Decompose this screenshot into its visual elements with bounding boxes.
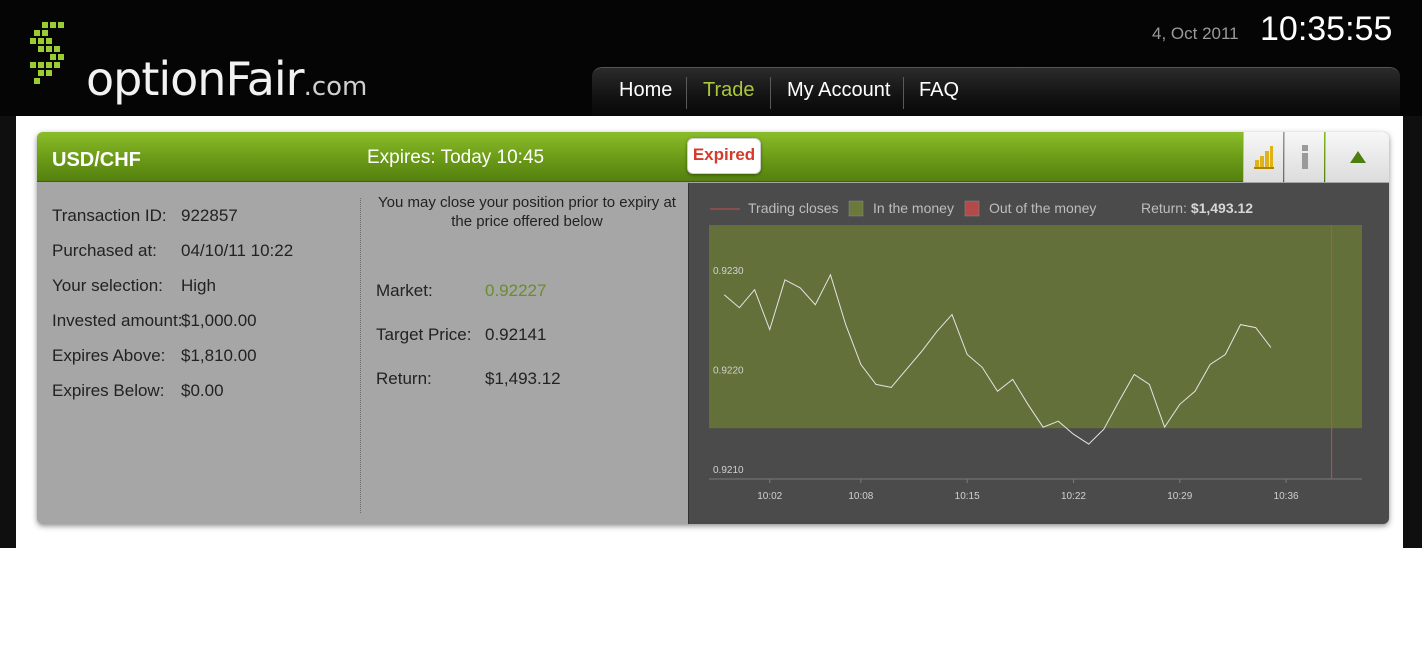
- purchased-at-value: 04/10/11 10:22: [181, 241, 294, 260]
- x-tick-label: 10:08: [848, 491, 873, 502]
- option-panel: USD/CHF Expires: Today 10:45 Expired Tra…: [37, 132, 1389, 524]
- column-divider: [360, 198, 361, 513]
- x-tick-label: 10:36: [1274, 491, 1299, 502]
- main-nav: Home Trade My Account FAQ: [592, 67, 1400, 116]
- nav-home[interactable]: Home: [619, 79, 672, 102]
- legend-in-the-money: In the money: [873, 200, 954, 216]
- info-button[interactable]: [1284, 132, 1324, 182]
- nav-separator: [686, 77, 687, 109]
- market-label: Market:: [376, 281, 433, 300]
- return-value: $1,493.12: [485, 369, 561, 388]
- expiry-time: Expires: Today 10:45: [367, 147, 545, 168]
- legend-in-the-money-swatch: [848, 200, 864, 217]
- chart-return-label: Return:: [1141, 200, 1187, 216]
- page-side-bar-right: [1403, 116, 1422, 548]
- legend-trading-closes: Trading closes: [748, 200, 839, 216]
- top-header: optionFair.com 4, Oct 2011 10:35:55 Home…: [0, 0, 1422, 116]
- market-value: 0.92227: [485, 281, 547, 300]
- info-icon: [1301, 145, 1308, 169]
- nav-separator: [770, 77, 771, 109]
- close-position-note: You may close your position prior to exp…: [378, 194, 676, 230]
- current-date: 4, Oct 2011: [1152, 24, 1239, 43]
- currency-pair: USD/CHF: [52, 149, 141, 171]
- invested-amount-label: Invested amount:: [52, 311, 183, 330]
- y-tick-label: 0.9210: [713, 465, 744, 476]
- status-badge: Expired: [687, 138, 761, 174]
- optionfair-logo[interactable]: optionFair.com: [22, 16, 367, 108]
- chart-return-value: $1,493.12: [1190, 200, 1254, 216]
- nav-my-account[interactable]: My Account: [787, 79, 890, 102]
- nav-faq[interactable]: FAQ: [919, 79, 959, 102]
- nav-separator: [903, 77, 904, 109]
- price-chart[interactable]: 0.9230 0.9220 0.9210 10:02 10:08 10:15 10:22 1…: [688, 183, 1389, 524]
- page-side-bar-left: [0, 116, 16, 548]
- logo-mark-icon: [30, 22, 64, 84]
- chart-return: Return: $1,493.12: [1141, 200, 1253, 216]
- x-tick-label: 10:15: [955, 491, 980, 502]
- x-tick-label: 10:22: [1061, 491, 1086, 502]
- expires-below-value: $0.00: [181, 381, 224, 400]
- collapse-arrow-icon: [1349, 151, 1366, 163]
- bar-chart-icon: [1253, 146, 1274, 169]
- purchased-at-label: Purchased at:: [52, 241, 157, 260]
- logo-wordmark: optionFair.com: [86, 52, 368, 106]
- selection-label: Your selection:: [52, 276, 163, 295]
- expires-above-label: Expires Above:: [52, 346, 166, 365]
- nav-trade[interactable]: Trade: [703, 79, 755, 102]
- legend-out-of-the-money-swatch: [964, 200, 980, 217]
- y-tick-label: 0.9230: [713, 266, 744, 277]
- collapse-button[interactable]: [1325, 132, 1389, 182]
- close-position-info: You may close your position prior to exp…: [362, 183, 688, 524]
- transaction-details: Transaction ID: 922857 Purchased at: 04/…: [37, 183, 362, 524]
- x-tick-label: 10:02: [757, 491, 782, 502]
- in-the-money-zone: [709, 225, 1362, 429]
- selection-value: High: [181, 276, 216, 295]
- invested-amount-value: $1,000.00: [181, 311, 257, 330]
- expires-above-value: $1,810.00: [181, 346, 257, 365]
- expires-below-label: Expires Below:: [52, 381, 165, 400]
- y-tick-label: 0.9220: [713, 365, 744, 376]
- return-label: Return:: [376, 369, 432, 388]
- legend-out-of-the-money: Out of the money: [989, 200, 1097, 216]
- current-time: 10:35:55: [1260, 10, 1393, 48]
- option-panel-header: USD/CHF Expires: Today 10:45 Expired: [37, 132, 1389, 182]
- target-price-value: 0.92141: [485, 325, 547, 344]
- chart-view-button[interactable]: [1243, 132, 1283, 182]
- transaction-id-label: Transaction ID:: [52, 206, 167, 225]
- x-axis-ticks: 10:02 10:08 10:15 10:22 10:29 10:36: [757, 479, 1299, 502]
- x-tick-label: 10:29: [1167, 491, 1192, 502]
- price-chart-svg: 0.92300.92200.9210 10:02 10:08 10:15 10:22 1…: [709, 200, 1362, 502]
- transaction-id-value: 922857: [181, 206, 238, 225]
- target-price-label: Target Price:: [376, 325, 472, 344]
